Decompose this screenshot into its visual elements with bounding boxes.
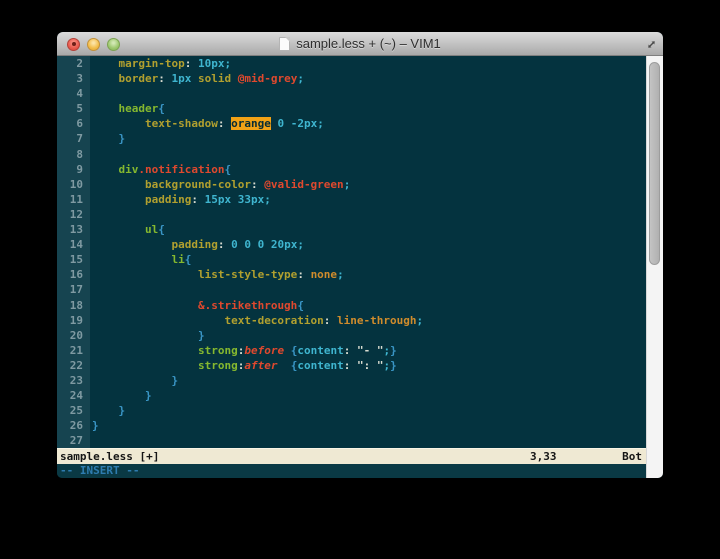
code-line[interactable]: 17 xyxy=(57,282,646,297)
window-title: sample.less + (~) – VIM1 xyxy=(296,36,441,51)
line-number: 11 xyxy=(57,192,90,207)
fullscreen-arrows-icon xyxy=(646,39,657,50)
code-text: } xyxy=(90,131,646,146)
code-text: } xyxy=(90,373,646,388)
code-line[interactable]: 13 ul{ xyxy=(57,222,646,237)
scrollbar-track[interactable] xyxy=(646,56,663,478)
fullscreen-button[interactable] xyxy=(644,37,658,51)
code-text xyxy=(90,282,646,297)
code-line[interactable]: 15 li{ xyxy=(57,252,646,267)
zoom-button[interactable] xyxy=(107,38,120,51)
code-line[interactable]: 12 xyxy=(57,207,646,222)
code-text: } xyxy=(90,388,646,403)
code-line[interactable]: 4 xyxy=(57,86,646,101)
line-number: 17 xyxy=(57,282,90,297)
code-text xyxy=(90,147,646,162)
code-text: border: 1px solid @mid-grey; xyxy=(90,71,646,86)
code-line[interactable]: 20 } xyxy=(57,328,646,343)
code-line[interactable]: 6 text-shadow: orange 0 -2px; xyxy=(57,116,646,131)
code-line[interactable]: 16 list-style-type: none; xyxy=(57,267,646,282)
code-text: header{ xyxy=(90,101,646,116)
code-line[interactable]: 3 border: 1px solid @mid-grey; xyxy=(57,71,646,86)
line-number: 10 xyxy=(57,177,90,192)
line-number: 13 xyxy=(57,222,90,237)
code-text: list-style-type: none; xyxy=(90,267,646,282)
code-line[interactable]: 25 } xyxy=(57,403,646,418)
code-line[interactable]: 8 xyxy=(57,147,646,162)
document-proxy-icon[interactable] xyxy=(279,37,290,51)
code-line[interactable]: 5 header{ xyxy=(57,101,646,116)
insert-mode-indicator: -- INSERT -- xyxy=(60,464,139,477)
code-line[interactable]: 11 padding: 15px 33px; xyxy=(57,192,646,207)
line-number: 7 xyxy=(57,131,90,146)
status-scroll-position: Bot xyxy=(622,449,642,465)
code-text: } xyxy=(90,418,646,433)
code-text: background-color: @valid-green; xyxy=(90,177,646,192)
line-number: 23 xyxy=(57,373,90,388)
line-number: 27 xyxy=(57,433,90,448)
code-line[interactable]: 14 padding: 0 0 0 20px; xyxy=(57,237,646,252)
code-text xyxy=(90,433,646,448)
code-text: &.strikethrough{ xyxy=(90,298,646,313)
line-number: 16 xyxy=(57,267,90,282)
code-line[interactable]: 18 &.strikethrough{ xyxy=(57,298,646,313)
line-number: 24 xyxy=(57,388,90,403)
code-text: li{ xyxy=(90,252,646,267)
scrollbar-thumb[interactable] xyxy=(649,62,660,265)
line-number: 22 xyxy=(57,358,90,373)
line-number: 15 xyxy=(57,252,90,267)
traffic-lights xyxy=(67,32,120,56)
close-button[interactable] xyxy=(67,38,80,51)
line-number: 20 xyxy=(57,328,90,343)
line-number: 19 xyxy=(57,313,90,328)
code-text: strong:before {content: "- ";} xyxy=(90,343,646,358)
line-number: 14 xyxy=(57,237,90,252)
code-text: } xyxy=(90,403,646,418)
code-text: padding: 15px 33px; xyxy=(90,192,646,207)
line-number: 3 xyxy=(57,71,90,86)
vim-status-bar: sample.less [+] 3,33 Bot xyxy=(57,448,646,464)
line-number: 25 xyxy=(57,403,90,418)
code-line[interactable]: 19 text-decoration: line-through; xyxy=(57,313,646,328)
title-group: sample.less + (~) – VIM1 xyxy=(279,36,441,51)
code-area[interactable]: 2 margin-top: 10px;3 border: 1px solid @… xyxy=(57,56,646,448)
code-line[interactable]: 7 } xyxy=(57,131,646,146)
code-text: margin-top: 10px; xyxy=(90,56,646,71)
line-number: 8 xyxy=(57,147,90,162)
line-number: 12 xyxy=(57,207,90,222)
code-line[interactable]: 27 xyxy=(57,433,646,448)
line-number: 4 xyxy=(57,86,90,101)
code-line[interactable]: 22 strong:after {content: ": ";} xyxy=(57,358,646,373)
line-number: 6 xyxy=(57,116,90,131)
code-text: padding: 0 0 0 20px; xyxy=(90,237,646,252)
line-number: 26 xyxy=(57,418,90,433)
search-highlight: orange xyxy=(231,117,271,130)
vim-command-line: -- INSERT -- xyxy=(57,464,646,478)
title-bar[interactable]: sample.less + (~) – VIM1 xyxy=(57,32,663,56)
code-text xyxy=(90,86,646,101)
vim-window: sample.less + (~) – VIM1 2 margin-top: 1… xyxy=(57,32,663,478)
line-number: 18 xyxy=(57,298,90,313)
code-text: text-decoration: line-through; xyxy=(90,313,646,328)
code-line[interactable]: 21 strong:before {content: "- ";} xyxy=(57,343,646,358)
line-number: 21 xyxy=(57,343,90,358)
code-text: div.notification{ xyxy=(90,162,646,177)
code-line[interactable]: 26} xyxy=(57,418,646,433)
line-number: 5 xyxy=(57,101,90,116)
code-text: strong:after {content: ": ";} xyxy=(90,358,646,373)
code-line[interactable]: 23 } xyxy=(57,373,646,388)
minimize-button[interactable] xyxy=(87,38,100,51)
code-text: } xyxy=(90,328,646,343)
code-text: text-shadow: orange 0 -2px; xyxy=(90,116,646,131)
code-line[interactable]: 2 margin-top: 10px; xyxy=(57,56,646,71)
code-line[interactable]: 9 div.notification{ xyxy=(57,162,646,177)
code-text: ul{ xyxy=(90,222,646,237)
line-number: 2 xyxy=(57,56,90,71)
status-cursor-position: 3,33 xyxy=(530,449,557,465)
code-text xyxy=(90,207,646,222)
code-line[interactable]: 10 background-color: @valid-green; xyxy=(57,177,646,192)
line-number: 9 xyxy=(57,162,90,177)
status-filename: sample.less [+] xyxy=(60,449,159,465)
code-line[interactable]: 24 } xyxy=(57,388,646,403)
